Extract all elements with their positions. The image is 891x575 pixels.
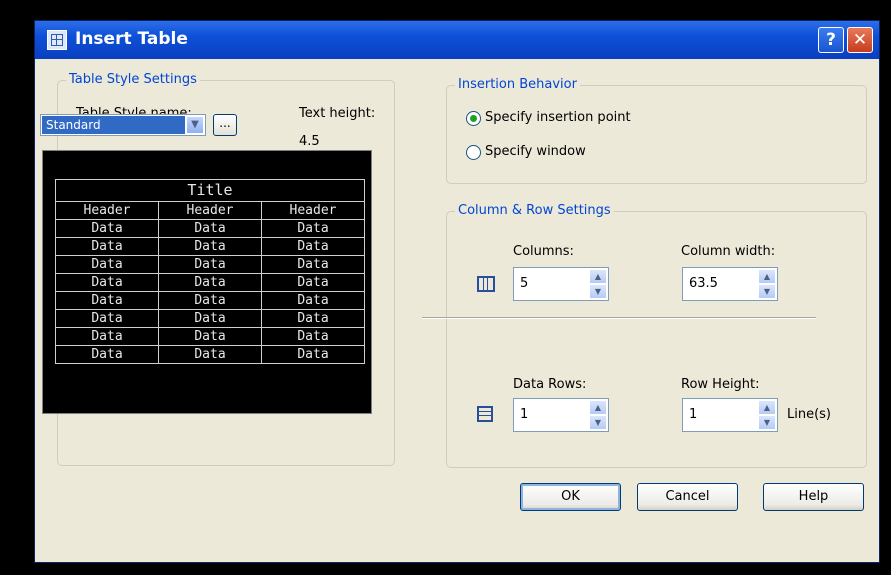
columns-stepper[interactable]: 5 ▲ ▼ (513, 267, 609, 301)
preview-data-cell: Data (261, 345, 365, 364)
columns-up-icon[interactable]: ▲ (589, 269, 607, 284)
table-style-group-title: Table Style Settings (66, 72, 200, 87)
row-height-up-icon[interactable]: ▲ (758, 400, 776, 415)
preview-data-cell: Data (55, 291, 159, 310)
column-width-value: 63.5 (689, 276, 718, 291)
preview-data-cell: Data (55, 237, 159, 256)
columns-value: 5 (520, 276, 529, 291)
preview-data-cell: Data (55, 255, 159, 274)
preview-data-cell: Data (261, 237, 365, 256)
preview-data-cell: Data (158, 345, 262, 364)
title-bar[interactable]: Insert Table ? ✕ (35, 21, 879, 59)
preview-data-cell: Data (261, 327, 365, 346)
preview-data-cell: Data (55, 327, 159, 346)
preview-data-cell: Data (261, 219, 365, 238)
help-button[interactable]: Help (763, 483, 864, 511)
preview-header-cell: Header (261, 201, 365, 220)
rows-icon (477, 406, 493, 422)
column-width-down-icon[interactable]: ▼ (758, 284, 776, 299)
preview-data-cell: Data (261, 255, 365, 274)
preview-data-cell: Data (158, 309, 262, 328)
row-height-stepper[interactable]: 1 ▲ ▼ (682, 398, 778, 432)
preview-data-cell: Data (158, 273, 262, 292)
row-height-label: Row Height: (681, 377, 760, 392)
preview-data-cell: Data (158, 255, 262, 274)
preview-table: Title Header Header Header Data Data Data Data D… (55, 179, 365, 364)
preview-data-cell: Data (55, 219, 159, 238)
chevron-down-icon[interactable]: ▼ (186, 116, 204, 134)
preview-data-cell: Data (55, 345, 159, 364)
ok-button[interactable]: OK (520, 483, 621, 511)
preview-data-cell: Data (261, 273, 365, 292)
insertion-point-label[interactable]: Specify insertion point (485, 110, 631, 125)
table-preview: Title Header Header Header Data Data Data Data D… (42, 150, 372, 414)
row-height-down-icon[interactable]: ▼ (758, 415, 776, 430)
preview-data-cell: Data (158, 237, 262, 256)
column-width-up-icon[interactable]: ▲ (758, 269, 776, 284)
table-style-select-value: Standard (42, 116, 185, 134)
data-rows-down-icon[interactable]: ▼ (589, 415, 607, 430)
row-height-unit: Line(s) (787, 407, 832, 422)
columns-icon (477, 276, 495, 292)
preview-data-cell: Data (261, 291, 365, 310)
text-height-value: 4.5 (299, 134, 320, 149)
insertion-behavior-group-title: Insertion Behavior (455, 77, 580, 92)
text-height-label: Text height: (299, 106, 376, 121)
preview-data-cell: Data (55, 309, 159, 328)
preview-data-cell: Data (261, 309, 365, 328)
radio-insertion-point[interactable] (466, 111, 481, 126)
preview-data-cell: Data (55, 273, 159, 292)
columns-label: Columns: (513, 244, 574, 259)
preview-header-cell: Header (158, 201, 262, 220)
row-height-value: 1 (689, 407, 698, 422)
preview-title-cell: Title (55, 179, 365, 202)
close-button[interactable]: ✕ (847, 27, 873, 53)
radio-specify-window[interactable] (466, 145, 481, 160)
columns-down-icon[interactable]: ▼ (589, 284, 607, 299)
column-row-group: Column & Row Settings (446, 203, 867, 468)
data-rows-label: Data Rows: (513, 377, 587, 392)
cancel-button[interactable]: Cancel (637, 483, 738, 511)
preview-data-cell: Data (158, 291, 262, 310)
column-width-label: Column width: (681, 244, 776, 259)
divider (422, 317, 816, 319)
insertion-behavior-group: Insertion Behavior (446, 77, 867, 184)
data-rows-up-icon[interactable]: ▲ (589, 400, 607, 415)
help-title-button[interactable]: ? (818, 27, 844, 53)
data-rows-value: 1 (520, 407, 529, 422)
browse-table-style-button[interactable]: ... (213, 114, 237, 136)
specify-window-label[interactable]: Specify window (485, 144, 586, 159)
data-rows-stepper[interactable]: 1 ▲ ▼ (513, 398, 609, 432)
table-icon (47, 30, 67, 50)
column-row-group-title: Column & Row Settings (455, 203, 614, 218)
preview-header-cell: Header (55, 201, 159, 220)
column-width-stepper[interactable]: 63.5 ▲ ▼ (682, 267, 778, 301)
dialog-title: Insert Table (75, 29, 188, 49)
preview-data-cell: Data (158, 219, 262, 238)
table-style-select[interactable]: Standard ▼ (40, 114, 206, 136)
preview-data-cell: Data (158, 327, 262, 346)
